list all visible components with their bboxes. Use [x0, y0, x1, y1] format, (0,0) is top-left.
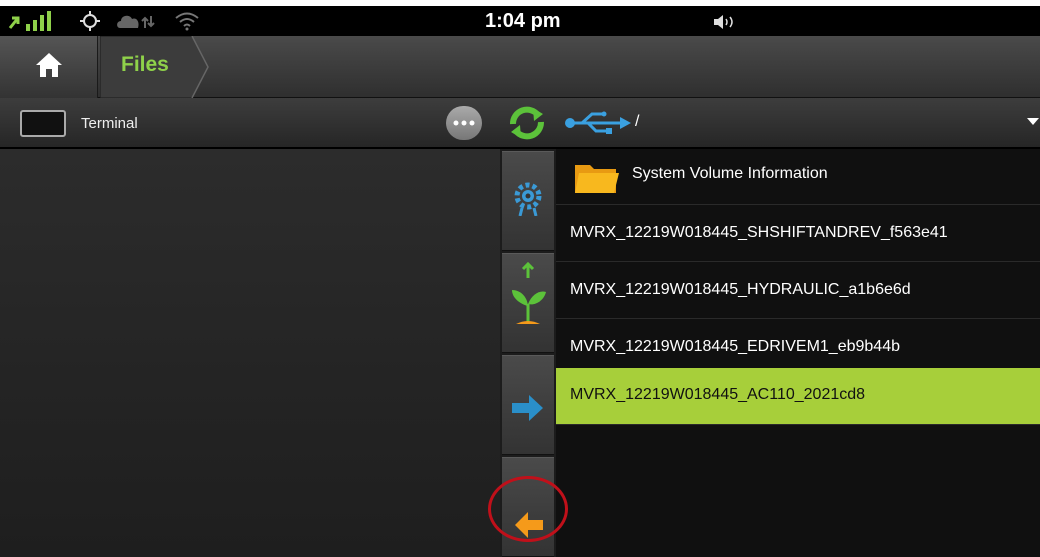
breadcrumb-label: Files	[121, 53, 169, 76]
usb-icon	[565, 111, 631, 134]
file-name: MVRX_12219W018445_SHSHIFTANDREV_f563e41	[570, 224, 948, 241]
terminal-label: Terminal	[81, 115, 138, 132]
path-dropdown-icon[interactable]	[1027, 118, 1039, 125]
list-item-selected[interactable]: MVRX_12219W018445_AC110_2021cd8	[556, 368, 1040, 425]
status-bar: 1:04 pm	[0, 6, 1040, 36]
terminal-pane	[0, 149, 500, 557]
file-name: MVRX_12219W018445_EDRIVEM1_eb9b44b	[570, 338, 900, 355]
wifi-icon	[175, 12, 199, 31]
more-button[interactable]	[446, 106, 482, 140]
plant-upload-icon	[512, 262, 546, 324]
settings-action-button[interactable]	[502, 151, 554, 251]
terminal-button[interactable]: Terminal	[0, 98, 440, 148]
list-item[interactable]: MVRX_12219W018445_SHSHIFTANDREV_f563e41	[556, 206, 1040, 262]
list-item[interactable]: MVRX_12219W018445_HYDRAULIC_a1b6e6d	[556, 263, 1040, 319]
toolbar: Terminal /	[0, 98, 1040, 148]
signal-icon	[8, 11, 51, 31]
current-path: /	[635, 113, 640, 130]
more-icon	[453, 120, 475, 126]
home-button[interactable]	[0, 36, 98, 98]
folder-icon	[575, 165, 619, 193]
gear-icon	[514, 182, 542, 216]
list-item-folder[interactable]: System Volume Information	[556, 149, 1040, 205]
file-list: System Volume Information MVRX_12219W018…	[556, 149, 1040, 557]
cloud-sync-icon	[117, 15, 155, 28]
arrow-right-icon	[512, 395, 543, 421]
terminal-icon	[20, 110, 66, 137]
volume-icon	[714, 15, 733, 29]
status-time: 1:04 pm	[485, 10, 561, 32]
home-icon	[36, 53, 62, 77]
export-action-button[interactable]	[502, 355, 554, 455]
annotation-circle	[488, 476, 568, 542]
file-name: MVRX_12219W018445_HYDRAULIC_a1b6e6d	[570, 281, 911, 298]
sync-button[interactable]	[505, 104, 549, 142]
header-bar: Files	[0, 36, 1040, 98]
file-name: MVRX_12219W018445_AC110_2021cd8	[570, 386, 866, 403]
gps-icon	[80, 11, 100, 31]
upload-plant-action-button[interactable]	[502, 253, 554, 353]
file-name: System Volume Information	[632, 165, 828, 182]
